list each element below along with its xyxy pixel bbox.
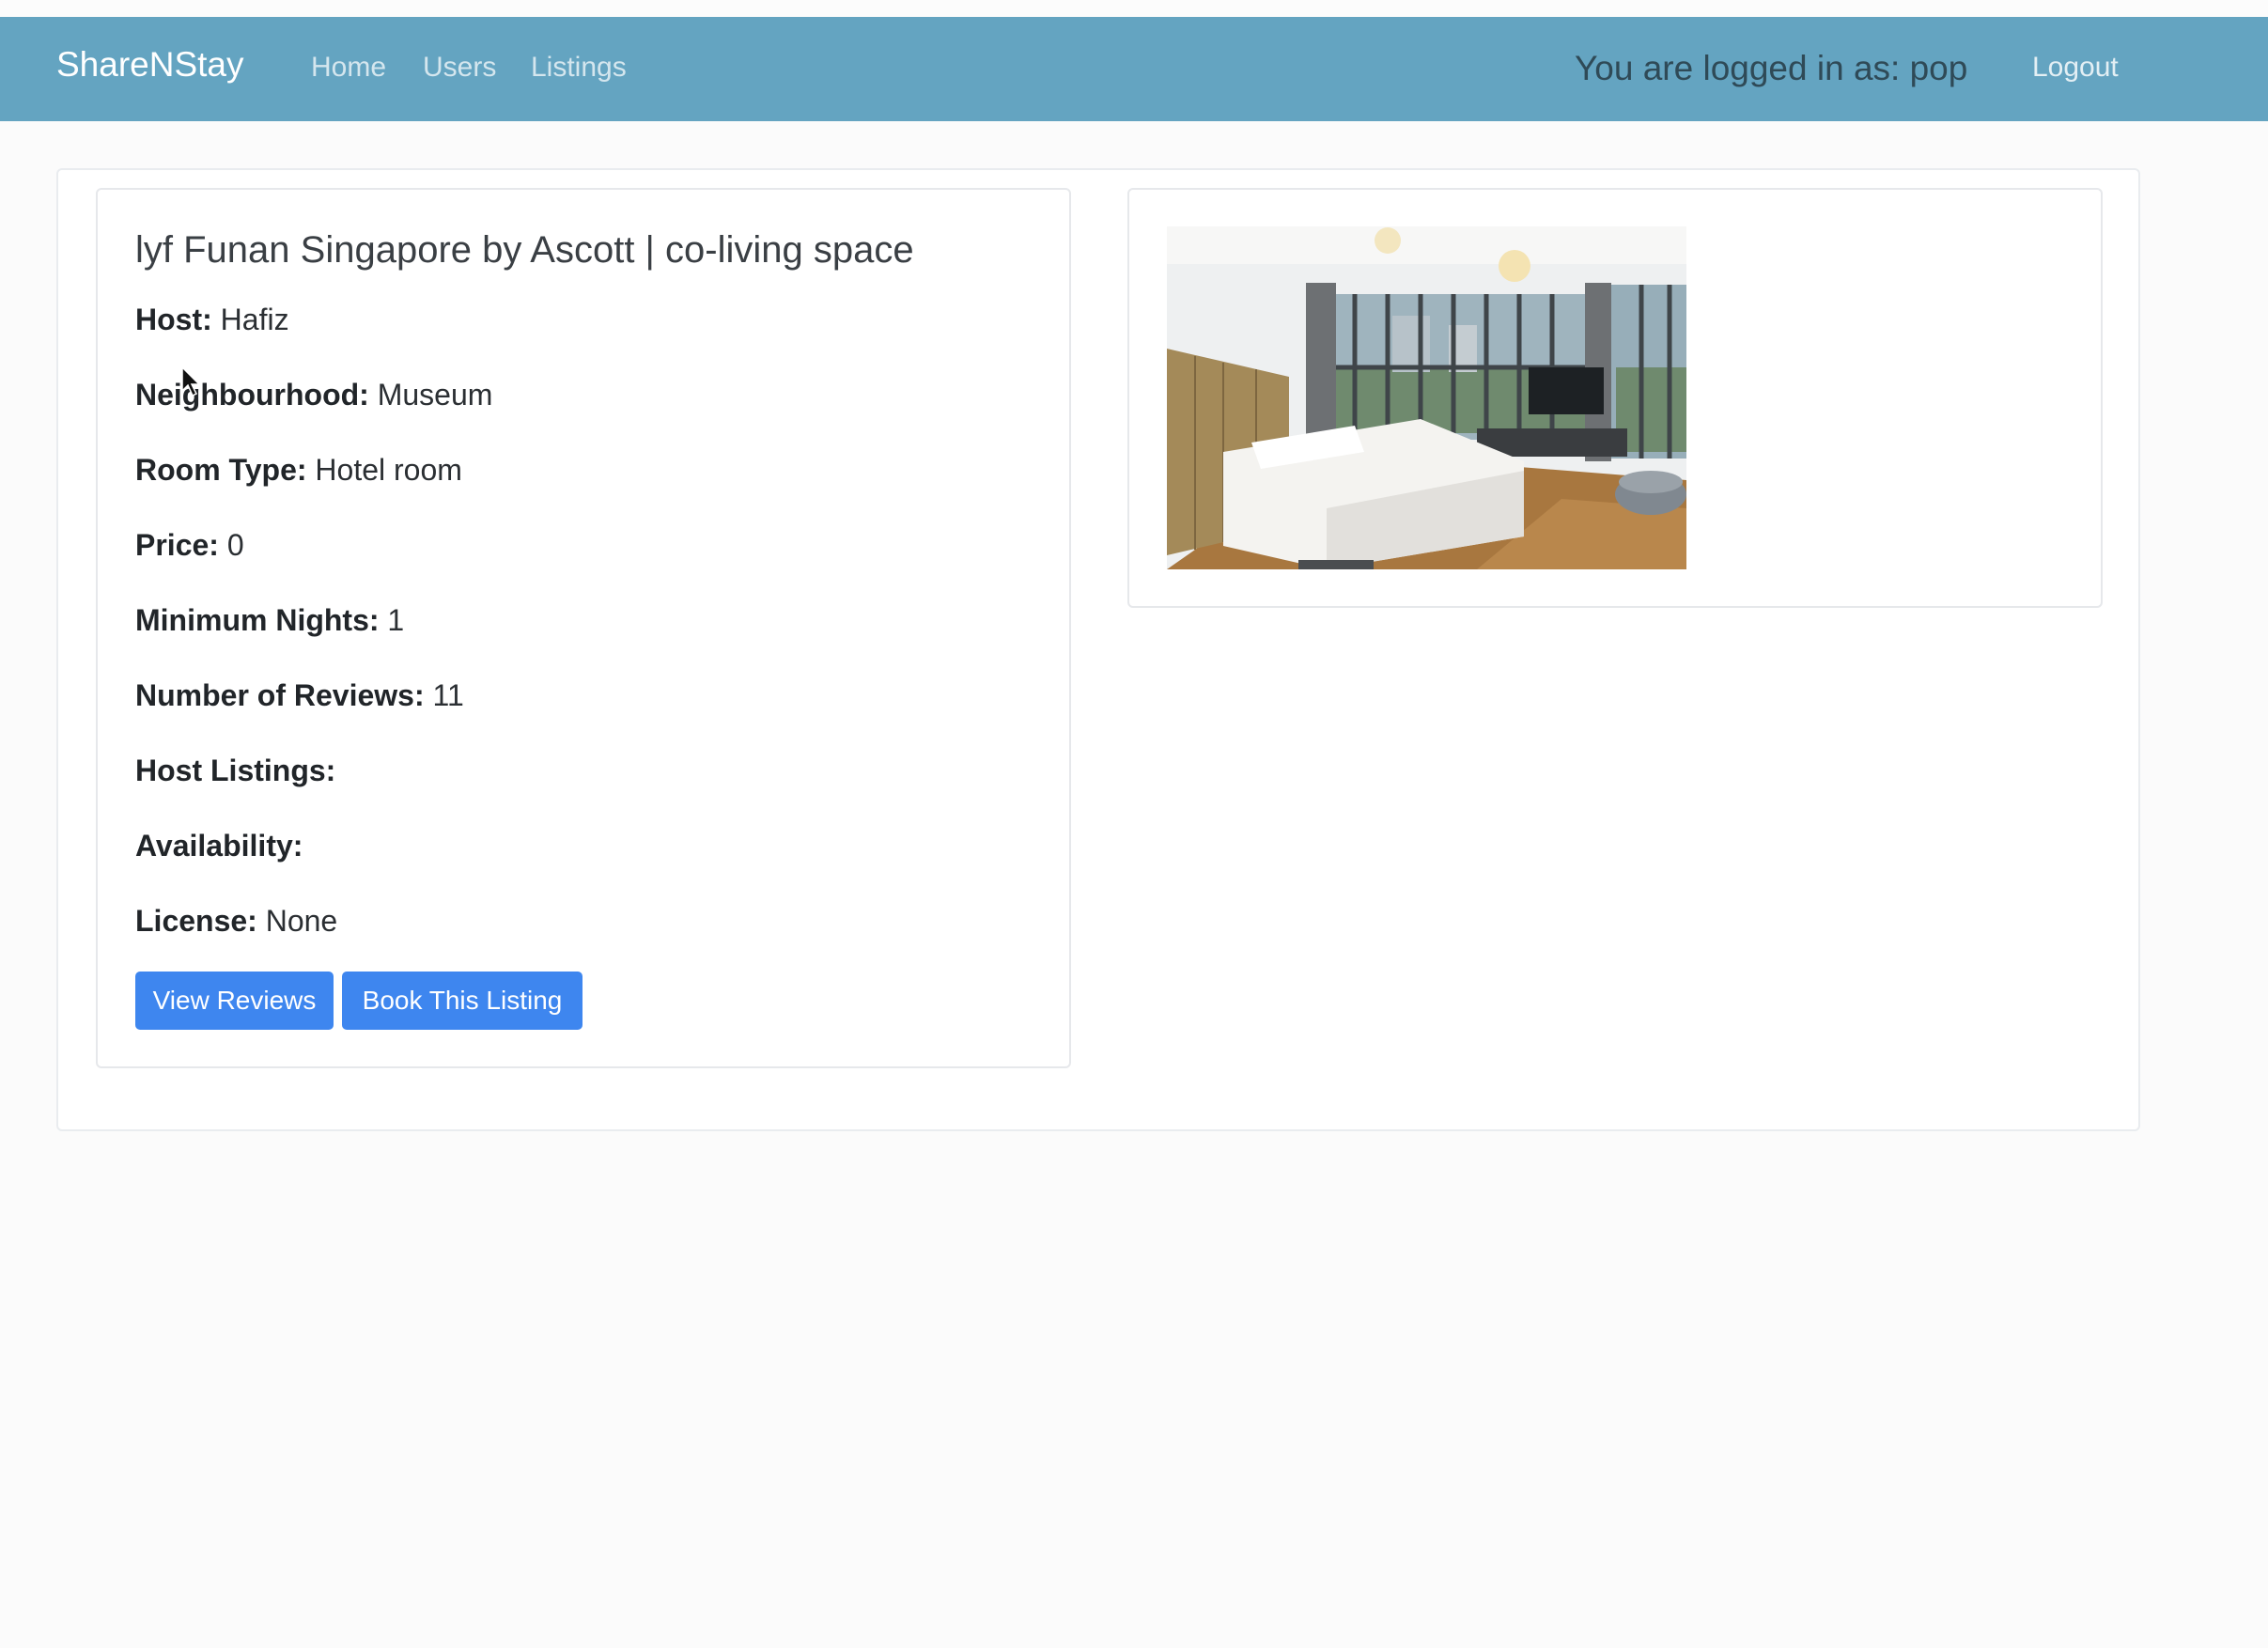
field-label: Host Listings: — [135, 754, 336, 787]
field-label: License: — [135, 904, 257, 938]
field-host: Host: Hafiz — [135, 303, 289, 337]
field-label: Price: — [135, 528, 219, 562]
field-value: 11 — [432, 678, 464, 712]
field-value: Museum — [377, 378, 493, 412]
book-listing-button[interactable]: Book This Listing — [342, 972, 583, 1030]
logged-in-status: You are logged in as: pop — [1575, 49, 1968, 87]
field-label: Host: — [135, 303, 212, 336]
top-strip — [0, 0, 2268, 17]
nav-link-listings[interactable]: Listings — [531, 52, 627, 84]
field-label: Number of Reviews: — [135, 678, 425, 712]
navbar: ShareNStay Home Users Listings You are l… — [0, 17, 2268, 121]
field-value: 1 — [387, 603, 405, 637]
field-license: License: None — [135, 904, 337, 939]
field-value: Hotel room — [315, 453, 462, 487]
logout-link[interactable]: Logout — [2032, 52, 2119, 84]
field-value: 0 — [226, 528, 244, 562]
nav-link-home[interactable]: Home — [311, 52, 386, 84]
field-value: None — [265, 904, 338, 938]
field-room-type: Room Type: Hotel room — [135, 453, 462, 488]
field-label: Availability: — [135, 829, 303, 863]
field-label: Neighbourhood: — [135, 378, 369, 412]
view-reviews-button[interactable]: View Reviews — [135, 972, 334, 1030]
hotel-room-photo — [1167, 226, 1686, 569]
field-value: Hafiz — [220, 303, 289, 336]
field-price: Price: 0 — [135, 528, 244, 563]
field-host-listings: Host Listings: — [135, 754, 335, 788]
nav-link-users[interactable]: Users — [423, 52, 496, 84]
brand-link[interactable]: ShareNStay — [56, 45, 244, 85]
field-minimum-nights: Minimum Nights: 1 — [135, 603, 404, 638]
listing-title: lyf Funan Singapore by Ascott | co-livin… — [135, 229, 914, 271]
listing-photo — [1167, 226, 1686, 569]
field-label: Room Type: — [135, 453, 307, 487]
field-availability: Availability: — [135, 829, 303, 863]
field-number-of-reviews: Number of Reviews: 11 — [135, 678, 464, 713]
field-label: Minimum Nights: — [135, 603, 380, 637]
mouse-cursor-icon — [181, 366, 201, 396]
